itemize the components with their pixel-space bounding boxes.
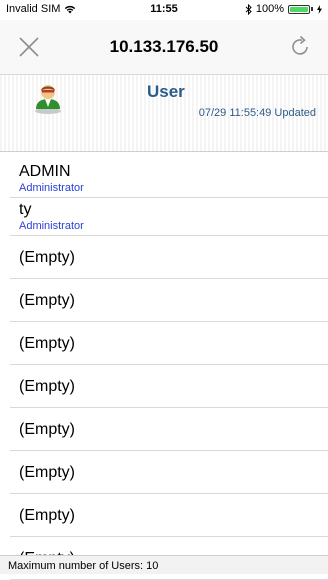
empty-slot-label: (Empty)	[19, 421, 75, 438]
list-item-empty[interactable]: (Empty)	[10, 451, 328, 494]
list-item-user-ty[interactable]: ty Administrator	[10, 198, 328, 236]
status-bar: Invalid SIM 11:55 100%	[0, 0, 328, 20]
user-name: ADMIN	[19, 163, 71, 180]
list-item-empty[interactable]: (Empty)	[10, 408, 328, 451]
battery-cap	[311, 7, 313, 11]
empty-slot-label: (Empty)	[19, 249, 75, 266]
page-title: 10.133.176.50	[109, 37, 219, 56]
empty-slot-label: (Empty)	[19, 378, 75, 395]
user-role: Administrator	[19, 182, 84, 194]
empty-slot-label: (Empty)	[19, 335, 75, 352]
user-role: Administrator	[19, 220, 84, 232]
empty-slot-label: (Empty)	[19, 464, 75, 481]
bluetooth-icon	[245, 3, 252, 15]
status-right: 100%	[245, 3, 322, 15]
battery-percent: 100%	[255, 3, 284, 15]
battery-icon	[288, 4, 310, 14]
empty-slot-label: (Empty)	[19, 507, 75, 524]
section-title: User	[147, 82, 185, 101]
list-item-user-admin[interactable]: ADMIN Administrator	[10, 160, 328, 198]
list-item-empty[interactable]: (Empty)	[10, 494, 328, 537]
list-item-empty[interactable]: (Empty)	[10, 365, 328, 408]
user-list: ADMIN Administrator ty Administrator (Em…	[0, 160, 328, 580]
updated-timestamp: 07/29 11:55:49 Updated	[198, 107, 316, 119]
user-avatar-icon	[35, 85, 61, 114]
list-item-empty[interactable]: (Empty)	[10, 279, 328, 322]
battery-level	[290, 6, 308, 12]
list-item-empty[interactable]: (Empty)	[10, 322, 328, 365]
list-item-empty[interactable]: (Empty)	[10, 236, 328, 279]
max-users-label: Maximum number of Users: 10	[8, 560, 159, 572]
nav-bar: 10.133.176.50	[0, 20, 328, 75]
user-name: ty	[19, 201, 32, 218]
footer-bar: Maximum number of Users: 10	[0, 555, 328, 574]
charging-icon	[317, 4, 322, 14]
section-header: User 07/29 11:55:49 Updated	[0, 75, 328, 152]
empty-slot-label: (Empty)	[19, 292, 75, 309]
refresh-icon[interactable]	[288, 34, 312, 58]
